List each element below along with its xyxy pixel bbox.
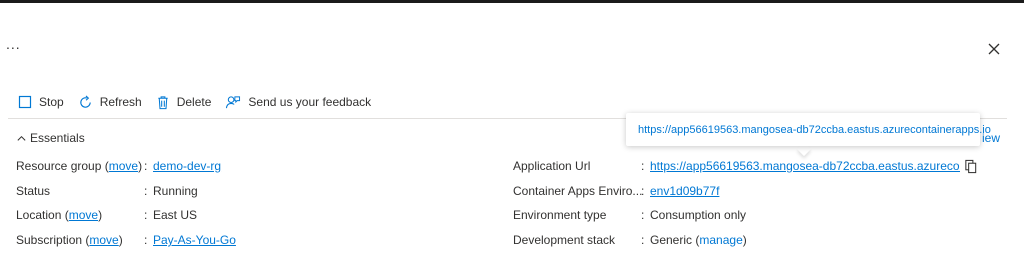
subscription-value[interactable]: Pay-As-You-Go [153,232,236,248]
delete-label: Delete [176,95,212,109]
delete-button[interactable]: Delete [156,95,212,110]
move-location-link[interactable]: move [69,208,98,222]
close-button[interactable] [985,40,1003,58]
separator: : [641,233,645,247]
separator: : [144,184,148,198]
move-subscription-link[interactable]: move [89,233,118,247]
development-stack-label: Development stack [513,233,616,247]
manage-stack-link[interactable]: manage [699,233,742,247]
separator: : [144,159,148,173]
separator: : [641,159,645,173]
stop-button[interactable]: Stop [18,95,64,109]
url-tooltip: https://app56619563.mangosea-db72ccba.ea… [626,113,991,146]
separator: : [641,184,645,198]
location-value: East US [153,208,198,222]
copy-button[interactable] [964,159,978,179]
refresh-icon [79,95,91,108]
copy-icon [965,159,977,174]
refresh-button[interactable]: Refresh [78,95,142,110]
feedback-icon [226,95,241,108]
location-row: Location (move) : East US [16,207,496,223]
resource-group-value[interactable]: demo-dev-rg [153,158,221,174]
application-url-value[interactable]: https://app56619563.mangosea-db72ccba.ea… [650,158,960,174]
top-border [0,0,1024,3]
separator: : [144,233,148,247]
environment-type-row: Environment type : Consumption only [513,207,963,223]
subscription-row: Subscription (move) : Pay-As-You-Go [16,232,496,248]
feedback-button[interactable]: Send us your feedback [225,95,371,110]
environment-type-value: Consumption only [650,208,747,222]
resource-group-row: Resource group (move) : demo-dev-rg [16,158,496,174]
status-label: Status [16,184,51,198]
container-apps-environment-row: Container Apps Enviro... : env1d09b77f [513,183,963,199]
separator: : [144,208,148,222]
more-options-button[interactable]: ... [6,36,21,52]
status-row: Status : Running [16,183,496,199]
container-apps-environment-value[interactable]: env1d09b77f [650,183,719,199]
feedback-label: Send us your feedback [248,95,372,109]
environment-type-label: Environment type [513,208,607,222]
status-value: Running [153,184,198,198]
command-bar: Stop Refresh Delete Send us your feedbac… [18,91,385,113]
development-stack-value: Generic (manage) [650,233,747,247]
resource-group-label: Resource group (move) [16,159,143,173]
essentials-title: Essentials [30,131,85,145]
application-url-row: Application Url : https://app56619563.ma… [513,158,963,174]
separator: : [641,208,645,222]
development-stack-row: Development stack : Generic (manage) [513,232,963,248]
close-icon [988,43,1000,55]
container-apps-environment-label: Container Apps Enviro... [513,184,643,198]
application-url-label: Application Url [513,159,591,173]
move-resource-group-link[interactable]: move [109,159,138,173]
stop-icon [18,95,32,109]
trash-icon [158,95,168,109]
subscription-label: Subscription (move) [16,233,123,247]
chevron-up-icon [17,135,26,141]
stop-label: Stop [39,95,64,109]
refresh-label: Refresh [99,95,142,109]
essentials-toggle[interactable]: Essentials [16,131,85,145]
tooltip-url-text: https://app56619563.mangosea-db72ccba.ea… [638,124,991,136]
location-label: Location (move) [16,208,103,222]
